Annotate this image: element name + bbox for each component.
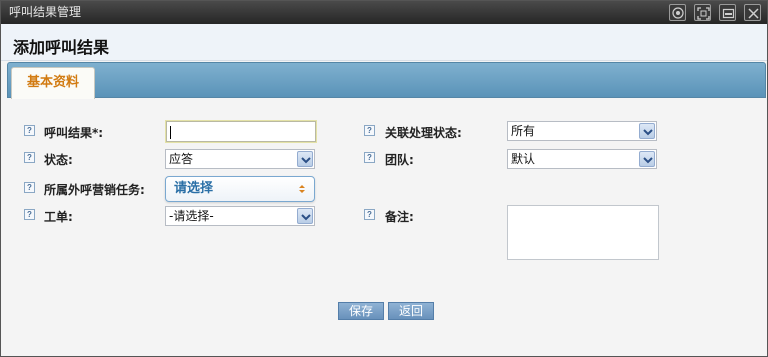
chevron-down-icon[interactable] xyxy=(297,208,313,224)
help-icon[interactable]: ? xyxy=(364,209,375,220)
title-bar: 呼叫结果管理 xyxy=(1,1,767,24)
chevron-down-icon[interactable] xyxy=(639,151,655,167)
campaign-select[interactable]: 请选择 xyxy=(165,176,315,202)
ticket-label: 工单: xyxy=(44,210,73,224)
help-icon[interactable]: ? xyxy=(24,182,35,193)
page-title: 添加呼叫结果 xyxy=(13,38,110,57)
help-icon[interactable]: ? xyxy=(364,125,375,136)
status-select[interactable]: 应答 xyxy=(165,149,315,169)
help-icon[interactable]: ? xyxy=(24,209,35,220)
campaign-label: 所属外呼营销任务: xyxy=(44,183,145,197)
tab-basic-info[interactable]: 基本资料 xyxy=(11,67,95,99)
ticket-value: -请选择- xyxy=(169,209,214,223)
updown-icon xyxy=(299,185,305,193)
status-label: 状态: xyxy=(44,153,73,167)
tab-bar: 基本资料 xyxy=(7,62,766,99)
page-header: 添加呼叫结果 xyxy=(1,24,767,61)
team-value: 默认 xyxy=(511,152,536,166)
status-value: 应答 xyxy=(169,152,194,166)
team-label: 团队: xyxy=(385,153,414,167)
related-status-label: 关联处理状态: xyxy=(385,126,462,140)
remark-textarea[interactable] xyxy=(507,205,659,260)
save-button[interactable]: 保存 xyxy=(338,302,384,320)
back-button[interactable]: 返回 xyxy=(388,302,434,320)
chevron-down-icon[interactable] xyxy=(639,123,655,139)
text-caret xyxy=(170,126,171,139)
help-icon[interactable]: ? xyxy=(24,125,35,136)
help-icon[interactable]: ? xyxy=(364,152,375,163)
call-result-label: 呼叫结果*: xyxy=(44,126,104,140)
remark-label: 备注: xyxy=(385,210,414,224)
chevron-down-icon[interactable] xyxy=(297,151,313,167)
close-icon[interactable] xyxy=(744,4,761,21)
related-status-value: 所有 xyxy=(511,124,536,138)
add-call-result-form: ? 呼叫结果*: ? 关联处理状态: 所有 ? 状态: 应答 ? 团队: 默认 xyxy=(1,98,767,356)
window-controls xyxy=(669,4,761,21)
ticket-select[interactable]: -请选择- xyxy=(165,206,315,226)
call-result-input[interactable] xyxy=(165,120,317,143)
window-title: 呼叫结果管理 xyxy=(9,5,82,19)
minimize-icon[interactable] xyxy=(719,4,736,21)
help-icon[interactable]: ? xyxy=(24,152,35,163)
campaign-value: 请选择 xyxy=(174,181,214,196)
related-status-select[interactable]: 所有 xyxy=(507,121,657,141)
team-select[interactable]: 默认 xyxy=(507,149,657,169)
restore-icon[interactable] xyxy=(669,4,686,21)
dialog-window: 呼叫结果管理 添加呼叫结果 基本资料 ? 呼叫结果*: ? 关联处理状态: 所有… xyxy=(0,0,768,357)
maximize-icon[interactable] xyxy=(694,4,711,21)
